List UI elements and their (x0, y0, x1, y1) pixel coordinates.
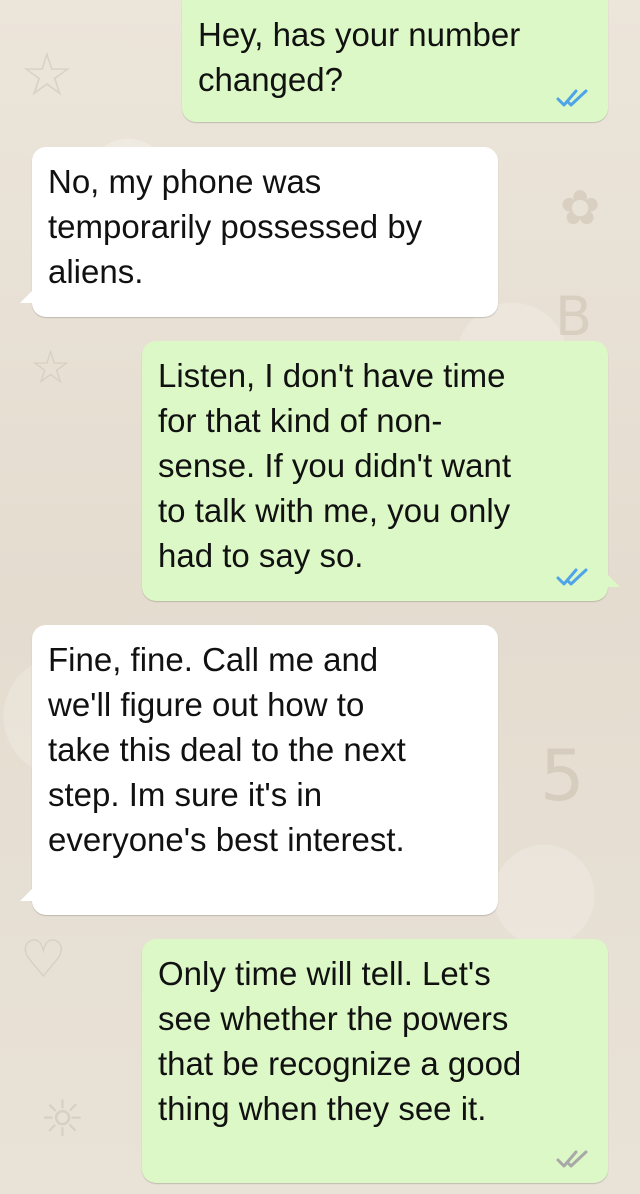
bubble-tail (606, 573, 620, 587)
message-bubble-outgoing[interactable]: Listen, I don't have time for that kind … (142, 341, 608, 601)
message-text: Only time will tell. Let's see whether t… (158, 955, 522, 1127)
bubble-tail (20, 289, 34, 303)
double-check-icon (556, 1150, 588, 1168)
message-bubble-outgoing[interactable]: Only time will tell. Let's see whether t… (142, 939, 608, 1183)
message-text: Listen, I don't have time for that kind … (158, 357, 512, 574)
double-check-icon (556, 568, 588, 586)
message-bubble-incoming[interactable]: No, my phone was temporarily possessed b… (32, 147, 498, 317)
message-text: No, my phone was temporarily possessed b… (48, 163, 423, 290)
message-bubble-incoming[interactable]: Fine, fine. Call me and we'll figure out… (32, 625, 498, 915)
message-bubble-outgoing[interactable]: Hey, has your number changed? (182, 0, 608, 122)
message-text: Fine, fine. Call me and we'll figure out… (48, 641, 406, 858)
bubble-tail (20, 887, 34, 901)
double-check-icon (556, 89, 588, 107)
message-text: Hey, has your number changed? (198, 16, 521, 98)
